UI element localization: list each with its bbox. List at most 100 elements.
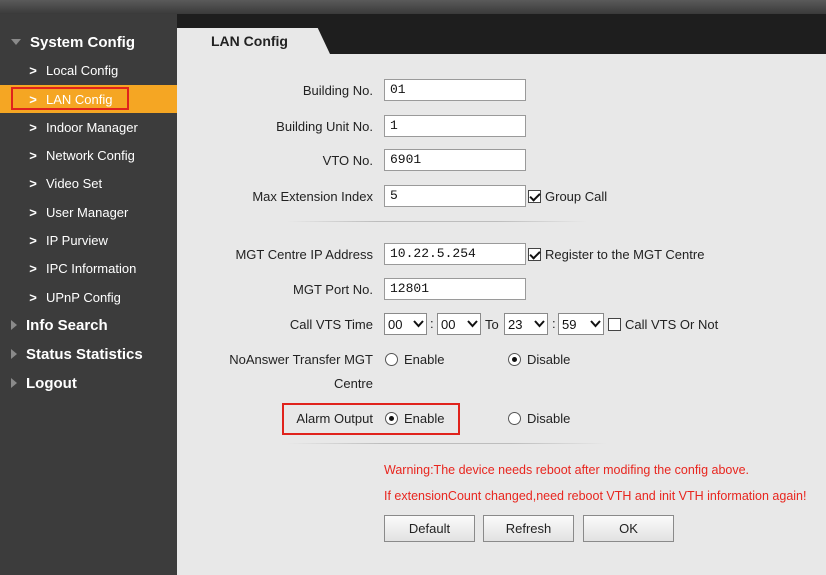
sidebar-group-label: System Config	[30, 33, 136, 51]
sidebar-item-indoor-manager[interactable]: > Indoor Manager	[0, 113, 177, 141]
group-call-label: Group Call	[545, 189, 608, 204]
main-panel: LAN Config Building No. 01 Building Unit…	[177, 14, 826, 575]
sidebar-group-label: Logout	[26, 374, 77, 392]
checkbox-checked-icon	[528, 248, 541, 261]
from-hour-select[interactable]: 00	[384, 313, 427, 335]
tab-lan-config[interactable]: LAN Config	[177, 28, 330, 54]
mgt-centre-ip-label: MGT Centre IP Address	[235, 247, 373, 262]
sidebar: System Config > Local Config > LAN Confi…	[0, 14, 177, 575]
time-colon: :	[552, 316, 556, 331]
chevron-down-icon	[410, 314, 426, 334]
chevron-right-icon: >	[29, 289, 37, 305]
chevron-right-icon: >	[29, 91, 37, 107]
extension-warning-text: If extensionCount changed,need reboot VT…	[384, 489, 807, 503]
select-value: 23	[508, 316, 523, 332]
chevron-right-icon: >	[29, 175, 37, 191]
chevron-down-icon	[464, 314, 480, 334]
chevron-right-icon: >	[29, 232, 37, 248]
chevron-right-icon: >	[29, 204, 37, 220]
expand-down-icon	[11, 39, 21, 45]
building-no-label: Building No.	[302, 83, 373, 98]
chevron-down-icon	[531, 314, 547, 334]
register-mgt-label: Register to the MGT Centre	[545, 247, 705, 262]
sidebar-item-label: UPnP Config	[46, 289, 121, 305]
sidebar-item-label: Indoor Manager	[46, 119, 138, 135]
call-vts-time-label: Call VTS Time	[289, 317, 373, 332]
to-minute-select[interactable]: 59	[558, 313, 604, 335]
radio-unselected-icon	[385, 353, 398, 366]
expand-right-icon	[11, 378, 17, 388]
chevron-right-icon: >	[29, 260, 37, 276]
vto-no-input[interactable]: 6901	[384, 149, 526, 171]
radio-selected-icon	[508, 353, 521, 366]
group-call-checkbox[interactable]: Group Call	[528, 189, 607, 204]
max-extension-index-input[interactable]: 5	[384, 185, 526, 207]
sidebar-group-info-search[interactable]: Info Search	[0, 311, 177, 339]
to-label: To	[485, 317, 499, 332]
sidebar-item-user-manager[interactable]: > User Manager	[0, 198, 177, 226]
sidebar-item-network-config[interactable]: > Network Config	[0, 141, 177, 169]
sidebar-item-label: User Manager	[46, 204, 129, 220]
chevron-down-icon	[587, 314, 603, 334]
expand-right-icon	[11, 320, 17, 330]
sidebar-group-logout[interactable]: Logout	[0, 369, 177, 397]
building-unit-no-input[interactable]: 1	[384, 115, 526, 137]
chevron-right-icon: >	[29, 62, 37, 78]
max-extension-index-label: Max Extension Index	[252, 189, 373, 204]
sidebar-item-upnp-config[interactable]: > UPnP Config	[0, 283, 177, 311]
reboot-warning-text: Warning:The device needs reboot after mo…	[384, 463, 750, 477]
radio-unselected-icon	[508, 412, 521, 425]
chevron-right-icon: >	[29, 147, 37, 163]
vto-no-label: VTO No.	[322, 153, 373, 168]
sidebar-group-label: Status Statistics	[26, 345, 143, 363]
building-no-input[interactable]: 01	[384, 79, 526, 101]
default-button[interactable]: Default	[384, 515, 475, 542]
section-divider	[287, 221, 587, 222]
sidebar-item-lan-config[interactable]: > LAN Config	[0, 85, 177, 113]
sidebar-item-video-set[interactable]: > Video Set	[0, 169, 177, 197]
sidebar-item-label: LAN Config	[46, 91, 113, 107]
sidebar-group-status-statistics[interactable]: Status Statistics	[0, 340, 177, 368]
select-value: 59	[562, 316, 577, 332]
noanswer-transfer-label-line2: Centre	[333, 376, 373, 391]
time-colon: :	[430, 316, 434, 331]
alarm-output-disable-radio[interactable]: Disable	[508, 411, 570, 426]
call-vts-or-not-label: Call VTS Or Not	[625, 317, 719, 332]
sidebar-item-label: Local Config	[46, 62, 119, 78]
mgt-port-input[interactable]: 12801	[384, 278, 526, 300]
radio-label: Disable	[527, 352, 571, 367]
alarm-output-label: Alarm Output	[296, 411, 373, 426]
mgt-centre-ip-input[interactable]: 10.22.5.254	[384, 243, 526, 265]
select-value: 00	[388, 316, 403, 332]
register-mgt-checkbox[interactable]: Register to the MGT Centre	[528, 247, 704, 262]
sidebar-item-label: IP Purview	[46, 232, 108, 248]
chevron-right-icon: >	[29, 119, 37, 135]
section-divider	[287, 443, 607, 444]
sidebar-group-system-config[interactable]: System Config	[0, 28, 177, 56]
building-unit-no-label: Building Unit No.	[276, 119, 373, 134]
noanswer-transfer-label-line1: NoAnswer Transfer MGT	[229, 352, 373, 367]
refresh-button[interactable]: Refresh	[483, 515, 574, 542]
radio-label: Disable	[527, 411, 571, 426]
sidebar-item-label: IPC Information	[46, 260, 137, 276]
radio-selected-icon	[385, 412, 398, 425]
sidebar-group-label: Info Search	[26, 316, 108, 334]
sidebar-item-label: Network Config	[46, 147, 135, 163]
ok-button[interactable]: OK	[583, 515, 674, 542]
from-minute-select[interactable]: 00	[437, 313, 481, 335]
mgt-port-label: MGT Port No.	[293, 282, 373, 297]
alarm-output-enable-radio[interactable]: Enable	[385, 411, 444, 426]
top-bar	[0, 0, 826, 14]
sidebar-item-ip-purview[interactable]: > IP Purview	[0, 226, 177, 254]
to-hour-select[interactable]: 23	[504, 313, 548, 335]
expand-right-icon	[11, 349, 17, 359]
sidebar-item-ipc-information[interactable]: > IPC Information	[0, 254, 177, 282]
call-vts-or-not-checkbox[interactable]: Call VTS Or Not	[608, 317, 718, 332]
radio-label: Enable	[404, 411, 445, 426]
noanswer-enable-radio[interactable]: Enable	[385, 352, 444, 367]
sidebar-item-local-config[interactable]: > Local Config	[0, 56, 177, 84]
select-value: 00	[441, 316, 456, 332]
checkbox-checked-icon	[528, 190, 541, 203]
noanswer-disable-radio[interactable]: Disable	[508, 352, 570, 367]
sidebar-item-label: Video Set	[46, 175, 103, 191]
